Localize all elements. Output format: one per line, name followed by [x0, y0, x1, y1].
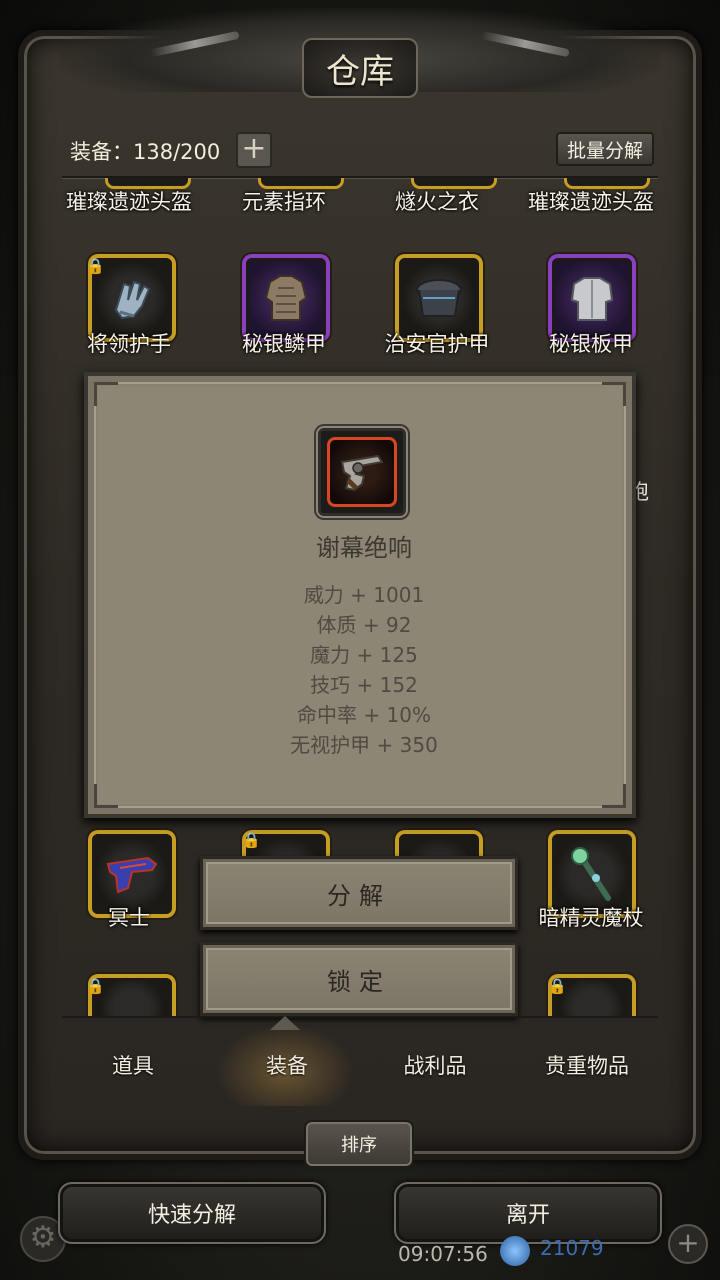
- gem-icon: [500, 1236, 530, 1266]
- tab-loot[interactable]: 战利品: [360, 1050, 510, 1080]
- item-name: 秘银板甲: [549, 332, 633, 356]
- stat-hit-rate: 命中率 + 10%: [297, 703, 431, 727]
- stat-constitution: 体质 + 92: [316, 613, 412, 637]
- item-name: 将领护手: [87, 332, 171, 356]
- item-name: 治安官护甲: [384, 332, 490, 356]
- item-name: 冥士: [108, 906, 150, 930]
- item-slot[interactable]: [567, 178, 647, 186]
- item-slot[interactable]: [414, 178, 494, 186]
- stat-skill: 技巧 + 152: [310, 673, 418, 697]
- staff-icon: [571, 847, 611, 901]
- item-slot-scale-armor[interactable]: [246, 258, 326, 338]
- leave-button[interactable]: 离开: [394, 1182, 662, 1244]
- item-slot[interactable]: [108, 178, 188, 186]
- equipment-capacity-label: 装备：138/200: [70, 140, 221, 164]
- lock-icon: 🔒: [86, 977, 105, 995]
- item-name: 燧火之衣: [395, 190, 479, 214]
- lock-icon: 🔒: [548, 977, 567, 995]
- stat-magic: 魔力 + 125: [310, 643, 418, 667]
- corner-ornament: [602, 784, 626, 808]
- pistol-icon: [106, 856, 158, 894]
- gem-count: 21079: [540, 1236, 604, 1260]
- disassemble-button[interactable]: 分解: [200, 856, 518, 930]
- tab-valuables[interactable]: 贵重物品: [512, 1050, 662, 1080]
- item-name: 璀璨遗迹头盔: [528, 190, 654, 214]
- tooltip-item-name: 谢幕绝响: [316, 534, 412, 562]
- item-slot-officer-armor[interactable]: [399, 258, 479, 338]
- item-detail-tooltip: 谢幕绝响 威力 + 1001 体质 + 92 魔力 + 125 技巧 + 152…: [84, 372, 636, 818]
- item-name: 秘银鳞甲: [242, 332, 326, 356]
- clock: 09:07:56: [398, 1242, 488, 1266]
- item-name: 暗精灵魔杖: [538, 906, 644, 930]
- quick-disassemble-button[interactable]: 快速分解: [58, 1182, 326, 1244]
- stat-power: 威力 + 1001: [303, 583, 425, 607]
- tooltip-stats: 威力 + 1001 体质 + 92 魔力 + 125 技巧 + 152 命中率 …: [88, 580, 640, 760]
- item-name: 璀璨遗迹头盔: [66, 190, 192, 214]
- officer-armor-icon: [416, 279, 462, 317]
- window-title: 仓库: [302, 38, 418, 98]
- batch-disassemble-button[interactable]: 批量分解: [556, 132, 654, 166]
- corner-ornament: [602, 382, 626, 406]
- item-name: 元素指环: [242, 190, 326, 214]
- expand-capacity-button[interactable]: +: [236, 132, 272, 168]
- lock-button[interactable]: 锁定: [200, 942, 518, 1016]
- plate-armor-icon: [570, 277, 614, 321]
- item-slot-plate-armor[interactable]: [552, 258, 632, 338]
- revolver-icon: [340, 454, 384, 492]
- scale-armor-icon: [264, 275, 308, 321]
- corner-ornament: [94, 784, 118, 808]
- tab-equipment[interactable]: 装备: [212, 1050, 362, 1080]
- sort-button[interactable]: 排序: [304, 1120, 414, 1168]
- tab-items[interactable]: 道具: [58, 1050, 208, 1080]
- gauntlet-icon: [114, 280, 151, 320]
- lock-icon: 🔒: [86, 257, 105, 275]
- add-currency-button[interactable]: +: [668, 1224, 708, 1264]
- lock-icon: 🔒: [242, 831, 261, 849]
- corner-ornament: [94, 382, 118, 406]
- stat-armor-penetration: 无视护甲 + 350: [290, 733, 438, 757]
- item-slot[interactable]: [261, 178, 341, 186]
- tooltip-item-slot: [318, 428, 406, 516]
- tooltip-item-frame: [327, 437, 397, 507]
